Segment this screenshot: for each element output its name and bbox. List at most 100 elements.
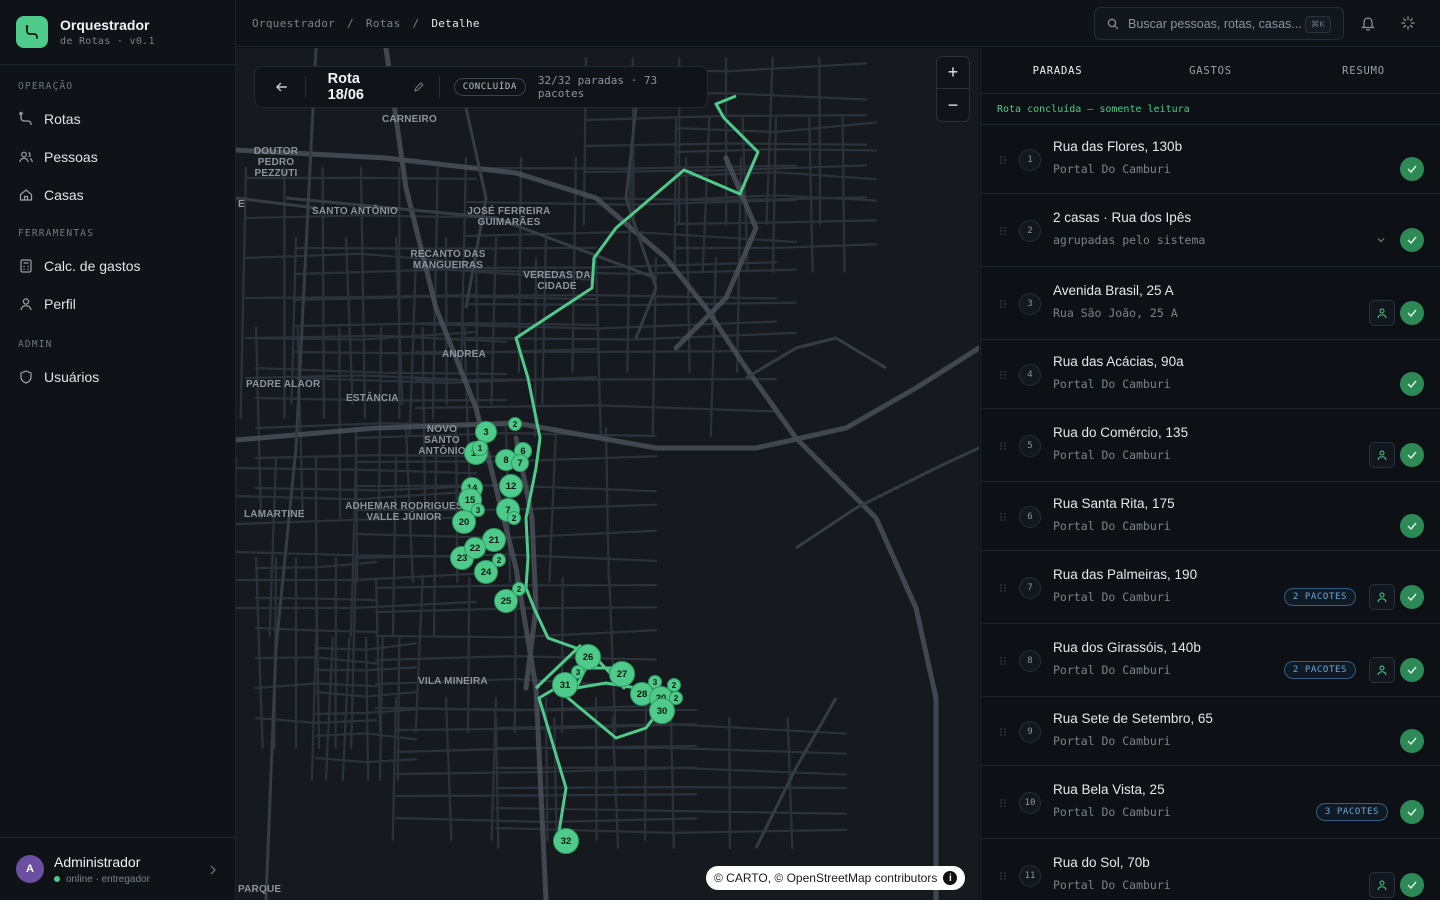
stop-marker[interactable]: 20 bbox=[452, 510, 476, 534]
sidebar-item-label: Rotas bbox=[44, 111, 81, 127]
stop-row[interactable]: 10 Rua Bela Vista, 25 Portal Do Camburi 3 P… bbox=[981, 766, 1440, 839]
stop-title: Rua do Sol, 70b bbox=[1053, 854, 1150, 870]
completed-check-icon bbox=[1400, 799, 1424, 824]
stop-row[interactable]: 7 Rua das Palmeiras, 190 Portal Do Camburi… bbox=[981, 551, 1440, 624]
sidebar-item-casas[interactable]: Casas bbox=[0, 176, 235, 214]
loading-icon[interactable] bbox=[1399, 14, 1417, 32]
bell-icon[interactable] bbox=[1359, 14, 1377, 32]
stop-row[interactable]: 5 Rua do Comércio, 135 Portal Do Camburi bbox=[981, 409, 1440, 482]
drag-handle-icon[interactable] bbox=[999, 512, 1007, 522]
stop-marker[interactable]: 24 bbox=[474, 560, 498, 584]
nav-section-ferramentas: FERRAMENTAS bbox=[18, 228, 95, 239]
zoom-controls: + − bbox=[936, 56, 970, 122]
user-status: online · entregador bbox=[66, 873, 150, 885]
stop-row[interactable]: 3 Avenida Brasil, 25 A Rua São João, 25 A bbox=[981, 267, 1440, 340]
sidebar-item-rotas[interactable]: Rotas bbox=[0, 100, 235, 138]
stop-title: Rua dos Girassóis, 140b bbox=[1053, 639, 1201, 655]
stop-title: Rua das Palmeiras, 190 bbox=[1053, 566, 1198, 582]
drag-handle-icon[interactable] bbox=[999, 155, 1007, 165]
sidebar-item-calc-gastos[interactable]: Calc. de gastos bbox=[0, 247, 235, 285]
drag-handle-icon[interactable] bbox=[999, 299, 1007, 309]
stop-subtitle: agrupadas pelo sistema bbox=[1053, 232, 1206, 247]
stop-marker[interactable]: 27 bbox=[609, 661, 635, 687]
sidebar-item-label: Pessoas bbox=[44, 149, 98, 165]
route-map[interactable]: CARNEIRO DOUTOR PEDRO PEZZUTI E SANTO AN… bbox=[236, 48, 979, 900]
stop-marker[interactable]: 30 bbox=[649, 698, 675, 724]
attribution-text[interactable]: © CARTO, © OpenStreetMap contributors bbox=[714, 871, 937, 885]
drag-handle-icon[interactable] bbox=[999, 727, 1007, 737]
stop-marker[interactable]: 25 bbox=[494, 589, 518, 613]
stop-row[interactable]: 8 Rua dos Girassóis, 140b Portal Do Cambur… bbox=[981, 624, 1440, 697]
sidebar-item-usuarios[interactable]: Usuários bbox=[0, 358, 235, 396]
assign-person-button[interactable] bbox=[1369, 583, 1395, 610]
sidebar-item-label: Casas bbox=[44, 187, 84, 203]
search-icon bbox=[1107, 18, 1119, 29]
stop-title: Rua das Flores, 130b bbox=[1053, 138, 1183, 154]
stop-row[interactable]: 9 Rua Sete de Setembro, 65 Portal Do Cambu… bbox=[981, 697, 1440, 766]
breadcrumb-orquestrador[interactable]: Orquestrador bbox=[252, 17, 335, 30]
map-label-adhemar: ADHEMAR RODRIGUES VALLE JÚNIOR bbox=[345, 501, 463, 523]
stop-subtitle: Portal Do Camburi bbox=[1053, 161, 1171, 176]
drag-handle-icon[interactable] bbox=[999, 871, 1007, 881]
map-label-padre: PADRE ALAOR bbox=[246, 379, 321, 390]
packages-badge: 2 PACOTES bbox=[1283, 660, 1356, 679]
breadcrumb-rotas[interactable]: Rotas bbox=[366, 17, 401, 30]
edit-pencil-icon[interactable] bbox=[413, 81, 425, 93]
stop-subtitle: Rua São João, 25 A bbox=[1053, 305, 1178, 320]
stop-number: 1 bbox=[1019, 148, 1041, 171]
stop-marker[interactable]: 22 bbox=[464, 537, 486, 559]
drag-handle-icon[interactable] bbox=[999, 798, 1007, 808]
sidebar-item-perfil[interactable]: Perfil bbox=[0, 285, 235, 323]
assign-person-button[interactable] bbox=[1369, 656, 1395, 683]
stop-marker[interactable]: 32 bbox=[553, 828, 579, 854]
assign-person-button[interactable] bbox=[1369, 299, 1395, 326]
breadcrumb: Orquestrador / Rotas / Detalhe bbox=[252, 17, 480, 30]
stop-marker[interactable]: 1 bbox=[472, 440, 488, 456]
sidebar: Orquestrador de Rotas · v0.1 OPERAÇÃO Ro… bbox=[0, 0, 236, 900]
user-profile[interactable]: A Administrador online · entregador bbox=[0, 837, 235, 900]
tab-paradas[interactable]: PARADAS bbox=[981, 48, 1134, 93]
stop-row[interactable]: 2 2 casas · Rua dos Ipês agrupadas pelo si… bbox=[981, 194, 1440, 267]
map-label-andrea: ANDREA bbox=[442, 349, 486, 360]
search-shortcut: ⌘K bbox=[1304, 16, 1331, 33]
brand: Orquestrador de Rotas · v0.1 bbox=[0, 0, 235, 65]
stop-number: 3 bbox=[1019, 292, 1041, 315]
zoom-in-button[interactable]: + bbox=[937, 57, 969, 89]
map-base bbox=[236, 48, 979, 900]
stop-marker[interactable]: 2 bbox=[507, 511, 521, 525]
drag-handle-icon[interactable] bbox=[999, 226, 1007, 236]
stop-row[interactable]: 1 Rua das Flores, 130b Portal Do Camburi bbox=[981, 125, 1440, 194]
search-input[interactable]: Buscar pessoas, rotas, casas... ⌘K bbox=[1094, 7, 1344, 40]
stop-row[interactable]: 6 Rua Santa Rita, 175 Portal Do Camburi bbox=[981, 482, 1440, 551]
completed-check-icon bbox=[1400, 371, 1424, 396]
zoom-out-button[interactable]: − bbox=[937, 89, 969, 121]
stop-marker[interactable]: 31 bbox=[552, 672, 578, 698]
info-icon[interactable]: i bbox=[943, 871, 958, 885]
route-icon bbox=[19, 111, 32, 125]
stop-row[interactable]: 11 Rua do Sol, 70b Portal Do Camburi bbox=[981, 839, 1440, 900]
drag-handle-icon[interactable] bbox=[999, 370, 1007, 380]
brand-title: Orquestrador bbox=[60, 17, 150, 33]
stop-number: 5 bbox=[1019, 434, 1041, 457]
completed-check-icon bbox=[1400, 657, 1424, 682]
chevron-right-icon bbox=[210, 865, 216, 875]
tab-gastos[interactable]: GASTOS bbox=[1134, 48, 1287, 93]
stop-marker[interactable]: 12 bbox=[499, 474, 523, 498]
back-arrow-icon[interactable] bbox=[273, 78, 291, 96]
assign-person-button[interactable] bbox=[1369, 441, 1395, 468]
stop-number: 2 bbox=[1019, 219, 1041, 242]
stop-marker[interactable]: 7 bbox=[511, 454, 529, 472]
stop-row[interactable]: 4 Rua das Acácias, 90a Portal Do Camburi bbox=[981, 340, 1440, 409]
drag-handle-icon[interactable] bbox=[999, 441, 1007, 451]
drag-handle-icon[interactable] bbox=[999, 656, 1007, 666]
chevron-down-icon[interactable] bbox=[1376, 235, 1386, 245]
packages-badge: 3 PACOTES bbox=[1315, 802, 1388, 821]
people-icon bbox=[19, 151, 33, 163]
drag-handle-icon[interactable] bbox=[999, 583, 1007, 593]
tab-resumo[interactable]: RESUMO bbox=[1287, 48, 1440, 93]
stop-subtitle: Portal Do Camburi bbox=[1053, 376, 1171, 391]
sidebar-item-pessoas[interactable]: Pessoas bbox=[0, 138, 235, 176]
assign-person-button[interactable] bbox=[1369, 871, 1395, 898]
stop-marker[interactable]: 2 bbox=[508, 417, 522, 431]
status-badge: CONCLUÍDA bbox=[453, 78, 526, 96]
